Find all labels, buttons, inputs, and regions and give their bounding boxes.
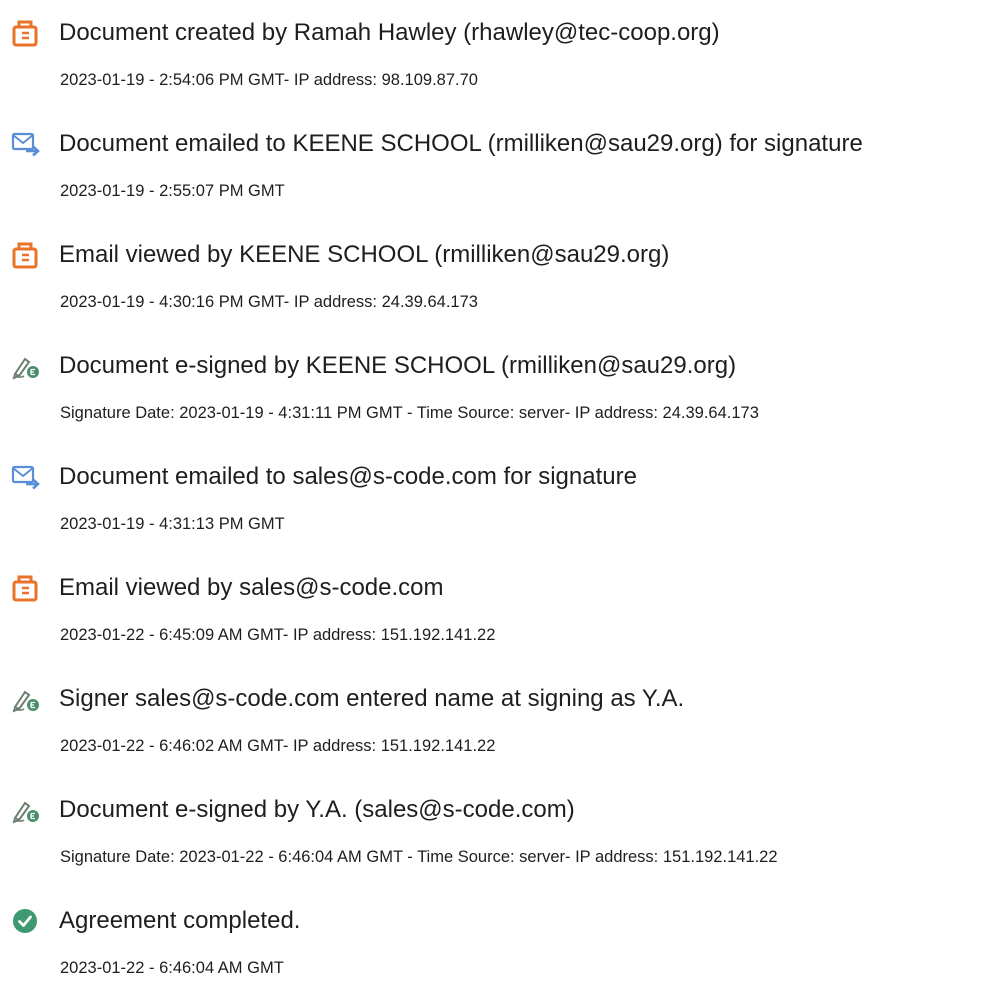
event-title: Agreement completed. (59, 907, 301, 934)
event-title: Email viewed by sales@s-code.com (59, 574, 444, 601)
event-detail: 2023-01-19 - 4:30:16 PM GMT- IP address:… (60, 293, 478, 311)
audit-event-created: Document created by Ramah Hawley (rhawle… (0, 17, 990, 107)
email-viewed-icon (11, 574, 41, 602)
e-sign-icon (11, 685, 41, 713)
event-title: Email viewed by KEENE SCHOOL (rmilliken@… (59, 241, 670, 268)
audit-trail-list: Document created by Ramah Hawley (rhawle… (0, 0, 990, 996)
e-sign-icon (11, 796, 41, 824)
event-title: Document e-signed by Y.A. (sales@s-code.… (59, 796, 575, 823)
event-detail: Signature Date: 2023-01-19 - 4:31:11 PM … (60, 404, 759, 422)
audit-event-name-entered: Signer sales@s-code.com entered name at … (0, 683, 990, 773)
email-viewed-icon (11, 241, 41, 269)
event-detail: 2023-01-19 - 2:55:07 PM GMT (60, 182, 285, 200)
audit-event-signed: Document e-signed by Y.A. (sales@s-code.… (0, 794, 990, 884)
event-detail: Signature Date: 2023-01-22 - 6:46:04 AM … (60, 848, 778, 866)
audit-event-viewed: Email viewed by KEENE SCHOOL (rmilliken@… (0, 239, 990, 329)
audit-event-signed: Document e-signed by KEENE SCHOOL (rmill… (0, 350, 990, 440)
event-title: Document created by Ramah Hawley (rhawle… (59, 19, 720, 46)
event-title: Document emailed to sales@s-code.com for… (59, 463, 637, 490)
email-sent-icon (11, 130, 41, 158)
event-detail: 2023-01-22 - 6:46:04 AM GMT (60, 959, 284, 977)
audit-event-viewed: Email viewed by sales@s-code.com 2023-01… (0, 572, 990, 662)
e-sign-icon (11, 352, 41, 380)
event-detail: 2023-01-19 - 4:31:13 PM GMT (60, 515, 285, 533)
event-detail: 2023-01-22 - 6:46:02 AM GMT- IP address:… (60, 737, 496, 755)
audit-event-completed: Agreement completed. 2023-01-22 - 6:46:0… (0, 905, 990, 995)
check-circle-icon (11, 907, 41, 935)
event-detail: 2023-01-22 - 6:45:09 AM GMT- IP address:… (60, 626, 496, 644)
audit-event-emailed: Document emailed to sales@s-code.com for… (0, 461, 990, 551)
event-title: Document emailed to KEENE SCHOOL (rmilli… (59, 130, 863, 157)
audit-event-emailed: Document emailed to KEENE SCHOOL (rmilli… (0, 128, 990, 218)
email-sent-icon (11, 463, 41, 491)
document-created-icon (11, 19, 41, 47)
event-title: Signer sales@s-code.com entered name at … (59, 685, 685, 712)
event-detail: 2023-01-19 - 2:54:06 PM GMT- IP address:… (60, 71, 478, 89)
event-title: Document e-signed by KEENE SCHOOL (rmill… (59, 352, 737, 379)
